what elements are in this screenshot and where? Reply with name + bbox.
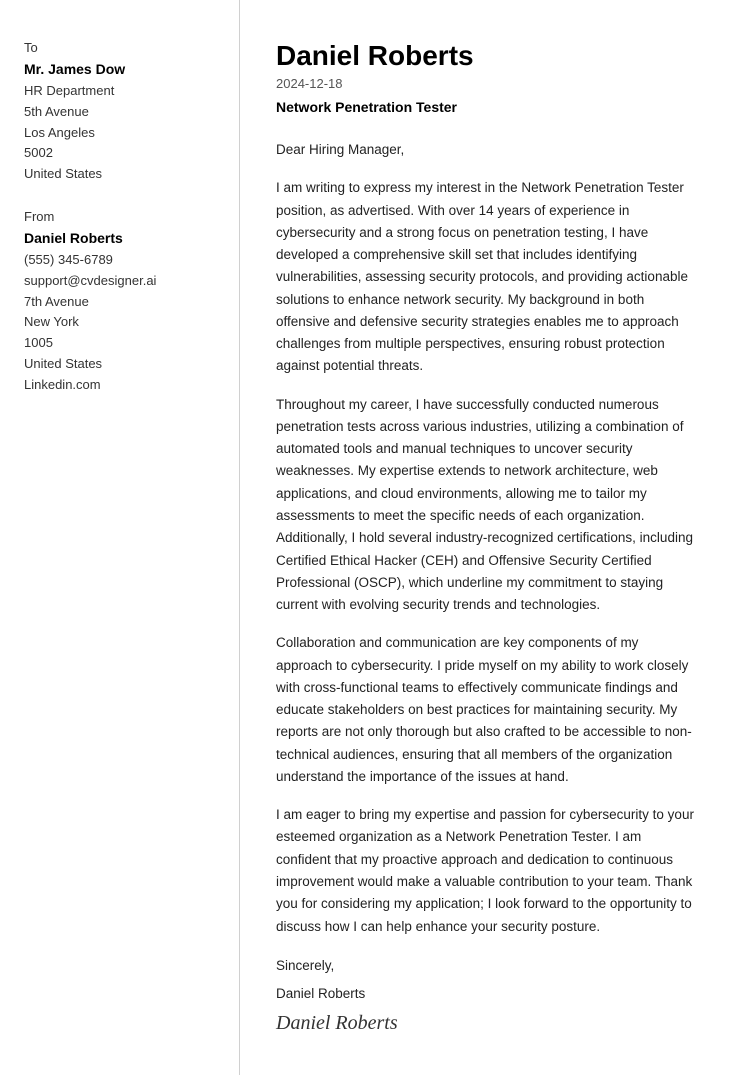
sender-street: 7th Avenue (24, 292, 215, 313)
letter-body: Dear Hiring Manager, I am writing to exp… (276, 139, 694, 938)
recipient-street: 5th Avenue (24, 102, 215, 123)
to-label: To (24, 40, 215, 55)
letter-closing-word: Sincerely, (276, 954, 694, 978)
letter-greeting: Dear Hiring Manager, (276, 139, 694, 161)
from-section: From Daniel Roberts (555) 345-6789 suppo… (24, 209, 215, 396)
sidebar: To Mr. James Dow HR Department 5th Avenu… (0, 0, 240, 1075)
sender-email: support@cvdesigner.ai (24, 271, 215, 292)
sender-phone: (555) 345-6789 (24, 250, 215, 271)
letter-paragraph-4: I am eager to bring my expertise and pas… (276, 804, 694, 938)
letter-closing: Sincerely, Daniel Roberts (276, 954, 694, 1007)
recipient-department: HR Department (24, 81, 215, 102)
letter-date: 2024-12-18 (276, 76, 694, 91)
letter-paragraph-2: Throughout my career, I have successfull… (276, 394, 694, 617)
sender-zip: 1005 (24, 333, 215, 354)
recipient-zip: 5002 (24, 143, 215, 164)
letter-name: Daniel Roberts (276, 40, 694, 72)
sender-website: Linkedin.com (24, 375, 215, 396)
sender-country: United States (24, 354, 215, 375)
sender-name: Daniel Roberts (24, 230, 215, 246)
recipient-name: Mr. James Dow (24, 61, 215, 77)
sender-city: New York (24, 312, 215, 333)
letter-paragraph-3: Collaboration and communication are key … (276, 632, 694, 788)
letter-closing-name: Daniel Roberts (276, 982, 694, 1006)
from-label: From (24, 209, 215, 224)
letter-job-title: Network Penetration Tester (276, 99, 694, 115)
main-content: Daniel Roberts 2024-12-18 Network Penetr… (240, 0, 730, 1075)
recipient-country: United States (24, 164, 215, 185)
recipient-city: Los Angeles (24, 123, 215, 144)
cover-letter-page: To Mr. James Dow HR Department 5th Avenu… (0, 0, 730, 1075)
letter-paragraph-1: I am writing to express my interest in t… (276, 177, 694, 377)
to-section: To Mr. James Dow HR Department 5th Avenu… (24, 40, 215, 185)
